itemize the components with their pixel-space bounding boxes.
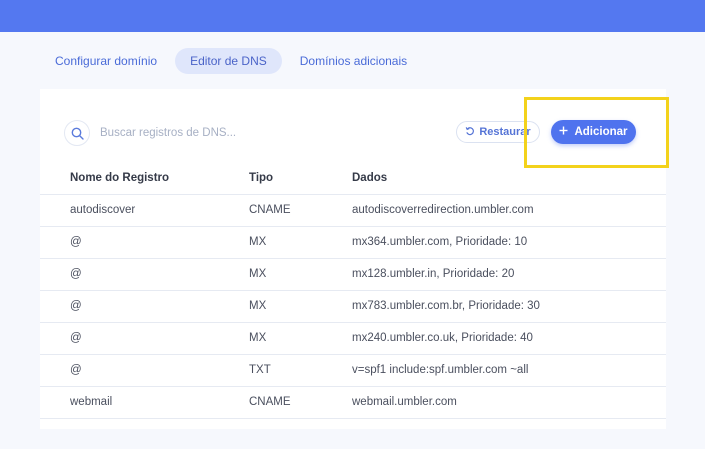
- table-row[interactable]: @ MX mx783.umbler.com.br, Prioridade: 30: [40, 290, 666, 323]
- dns-records-card: Restaurar Adicionar Nome do Registro Tip…: [40, 89, 666, 429]
- record-data: mx783.umbler.com.br, Prioridade: 30: [352, 290, 666, 323]
- tab-editor-de-dns[interactable]: Editor de DNS: [175, 48, 282, 74]
- tab-dominios-adicionais[interactable]: Domínios adicionais: [288, 48, 419, 74]
- column-header-name[interactable]: Nome do Registro: [40, 162, 249, 195]
- top-bar: [0, 0, 705, 32]
- restore-button-label: Restaurar: [479, 126, 531, 138]
- record-type: MX: [249, 258, 352, 291]
- table-row[interactable]: @ MX mx128.umbler.in, Prioridade: 20: [40, 258, 666, 291]
- dns-records-table: Nome do Registro Tipo Dados autodiscover…: [40, 162, 666, 419]
- undo-icon: [465, 126, 475, 139]
- record-data: webmail.umbler.com: [352, 386, 666, 419]
- search-bar: [64, 120, 300, 146]
- table-row[interactable]: @ MX mx240.umbler.co.uk, Prioridade: 40: [40, 322, 666, 355]
- table-header-row: Nome do Registro Tipo Dados: [40, 162, 666, 195]
- record-data: mx240.umbler.co.uk, Prioridade: 40: [352, 322, 666, 355]
- tab-bar: Configurar domínio Editor de DNS Domínio…: [43, 48, 419, 74]
- record-data: mx128.umbler.in, Prioridade: 20: [352, 258, 666, 291]
- table-row[interactable]: @ MX mx364.umbler.com, Prioridade: 10: [40, 226, 666, 259]
- record-name: autodiscover: [40, 194, 249, 227]
- record-name: @: [40, 290, 249, 323]
- record-type: CNAME: [249, 386, 352, 419]
- record-name: @: [40, 354, 249, 387]
- record-name: @: [40, 226, 249, 259]
- record-type: MX: [249, 226, 352, 259]
- record-data: autodiscoverredirection.umbler.com: [352, 194, 666, 227]
- record-name: @: [40, 258, 249, 291]
- tab-configurar-dominio[interactable]: Configurar domínio: [43, 48, 169, 74]
- search-input[interactable]: [100, 127, 300, 139]
- record-type: TXT: [249, 354, 352, 387]
- record-name: webmail: [40, 386, 249, 419]
- add-record-button[interactable]: Adicionar: [551, 120, 636, 144]
- record-type: CNAME: [249, 194, 352, 227]
- table-row[interactable]: webmail CNAME webmail.umbler.com: [40, 386, 666, 419]
- record-type: MX: [249, 322, 352, 355]
- plus-icon: [559, 126, 568, 138]
- table-row[interactable]: autodiscover CNAME autodiscoverredirecti…: [40, 194, 666, 227]
- restore-button[interactable]: Restaurar: [456, 121, 540, 143]
- record-data: v=spf1 include:spf.umbler.com ~all: [352, 354, 666, 387]
- record-type: MX: [249, 290, 352, 323]
- search-icon[interactable]: [64, 120, 90, 146]
- column-header-type[interactable]: Tipo: [249, 162, 352, 195]
- record-name: @: [40, 322, 249, 355]
- record-data: mx364.umbler.com, Prioridade: 10: [352, 226, 666, 259]
- add-button-label: Adicionar: [574, 126, 628, 138]
- column-header-data[interactable]: Dados: [352, 162, 666, 195]
- table-row[interactable]: @ TXT v=spf1 include:spf.umbler.com ~all: [40, 354, 666, 387]
